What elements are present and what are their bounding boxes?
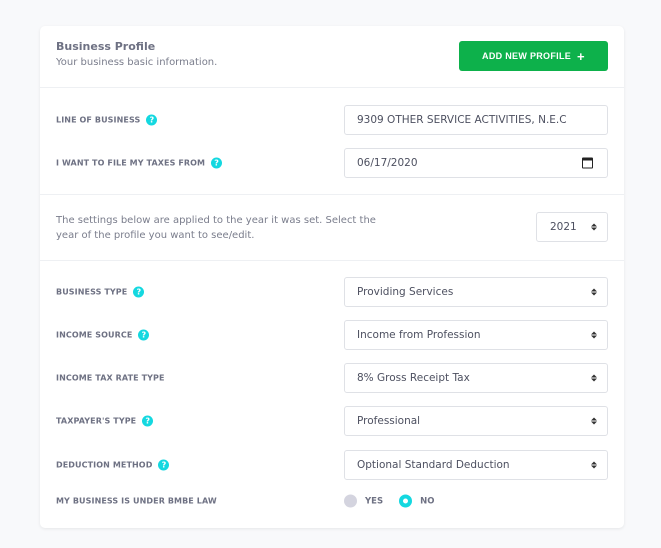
business-type-select[interactable]: Providing Services (344, 277, 608, 307)
select-arrows-icon (591, 288, 597, 296)
deduction-method-label-wrap: DEDUCTION METHOD ? (56, 459, 170, 471)
line-of-business-input[interactable]: 9309 OTHER SERVICE ACTIVITIES, N.E.C (344, 105, 608, 135)
help-icon[interactable]: ? (138, 329, 150, 341)
taxpayer-type-row: TAXPAYER'S TYPE ? Professional (40, 406, 624, 436)
file-taxes-from-label: I WANT TO FILE MY TAXES FROM (56, 158, 206, 168)
select-arrows-icon (591, 461, 597, 469)
bmbe-no-label: NO (420, 496, 435, 506)
bmbe-label-wrap: MY BUSINESS IS UNDER BMBE LAW (56, 497, 217, 506)
income-source-value: Income from Profession (357, 329, 481, 341)
file-taxes-from-value: 06/17/2020 (357, 157, 418, 169)
page-subtitle: Your business basic information. (56, 57, 218, 68)
deduction-method-select[interactable]: Optional Standard Deduction (344, 450, 608, 480)
income-tax-rate-type-row: INCOME TAX RATE TYPE 8% Gross Receipt Ta… (40, 363, 624, 393)
bmbe-yes-label: YES (365, 496, 384, 506)
general-section: LINE OF BUSINESS ? 9309 OTHER SERVICE AC… (40, 88, 624, 195)
select-arrows-icon (591, 417, 597, 425)
help-icon[interactable]: ? (146, 114, 158, 126)
bmbe-yes-option[interactable]: YES (344, 494, 384, 508)
business-profile-card: Business Profile Your business basic inf… (40, 26, 624, 528)
plus-icon: + (577, 48, 585, 64)
line-of-business-label-wrap: LINE OF BUSINESS ? (56, 114, 158, 126)
bmbe-row: MY BUSINESS IS UNDER BMBE LAW YES NO (40, 486, 624, 516)
income-tax-rate-type-label-wrap: INCOME TAX RATE TYPE (56, 374, 165, 383)
page-title: Business Profile (56, 40, 156, 53)
taxpayer-type-label: TAXPAYER'S TYPE (56, 416, 137, 426)
year-select-value: 2021 (550, 221, 577, 233)
help-icon[interactable]: ? (133, 286, 145, 298)
year-select[interactable]: 2021 (536, 212, 608, 242)
bmbe-label: MY BUSINESS IS UNDER BMBE LAW (56, 496, 217, 506)
income-tax-rate-type-select[interactable]: 8% Gross Receipt Tax (344, 363, 608, 393)
income-source-row: INCOME SOURCE ? Income from Profession (40, 320, 624, 350)
help-icon[interactable]: ? (211, 157, 223, 169)
line-of-business-row: LINE OF BUSINESS ? 9309 OTHER SERVICE AC… (40, 105, 624, 135)
file-taxes-from-row: I WANT TO FILE MY TAXES FROM ? 06/17/202… (40, 148, 624, 178)
bmbe-radio-group: YES NO (344, 494, 435, 508)
help-icon[interactable]: ? (142, 415, 154, 427)
income-source-label: INCOME SOURCE (56, 330, 133, 340)
select-arrows-icon (591, 374, 597, 382)
card-header: Business Profile Your business basic inf… (40, 26, 624, 88)
business-type-row: BUSINESS TYPE ? Providing Services (40, 277, 624, 307)
deduction-method-label: DEDUCTION METHOD (56, 460, 153, 470)
income-tax-rate-type-label: INCOME TAX RATE TYPE (56, 373, 165, 383)
taxpayer-type-select[interactable]: Professional (344, 406, 608, 436)
business-type-label: BUSINESS TYPE (56, 287, 128, 297)
settings-section: BUSINESS TYPE ? Providing Services INCOM… (40, 261, 624, 527)
business-type-label-wrap: BUSINESS TYPE ? (56, 286, 145, 298)
income-source-label-wrap: INCOME SOURCE ? (56, 329, 150, 341)
taxpayer-type-label-wrap: TAXPAYER'S TYPE ? (56, 415, 154, 427)
line-of-business-value: 9309 OTHER SERVICE ACTIVITIES, N.E.C (357, 114, 567, 126)
line-of-business-label: LINE OF BUSINESS (56, 115, 141, 125)
select-arrows-icon (591, 223, 597, 231)
file-taxes-from-date-input[interactable]: 06/17/2020 (344, 148, 608, 178)
deduction-method-row: DEDUCTION METHOD ? Optional Standard Ded… (40, 450, 624, 480)
add-new-profile-button[interactable]: ADD NEW PROFILE + (459, 41, 608, 71)
income-source-select[interactable]: Income from Profession (344, 320, 608, 350)
business-type-value: Providing Services (357, 286, 454, 298)
select-arrows-icon (591, 331, 597, 339)
taxpayer-type-value: Professional (357, 415, 421, 427)
year-info-section: The settings below are applied to the ye… (40, 195, 624, 261)
add-new-profile-label: ADD NEW PROFILE (482, 51, 572, 61)
radio-yes[interactable] (344, 494, 357, 508)
income-tax-rate-type-value: 8% Gross Receipt Tax (357, 372, 470, 384)
deduction-method-value: Optional Standard Deduction (357, 459, 510, 471)
radio-no[interactable] (399, 494, 413, 508)
help-icon[interactable]: ? (158, 459, 170, 471)
calendar-icon[interactable] (582, 157, 593, 169)
bmbe-no-option[interactable]: NO (399, 494, 435, 508)
file-taxes-from-label-wrap: I WANT TO FILE MY TAXES FROM ? (56, 157, 223, 169)
year-info-text: The settings below are applied to the ye… (56, 215, 376, 241)
